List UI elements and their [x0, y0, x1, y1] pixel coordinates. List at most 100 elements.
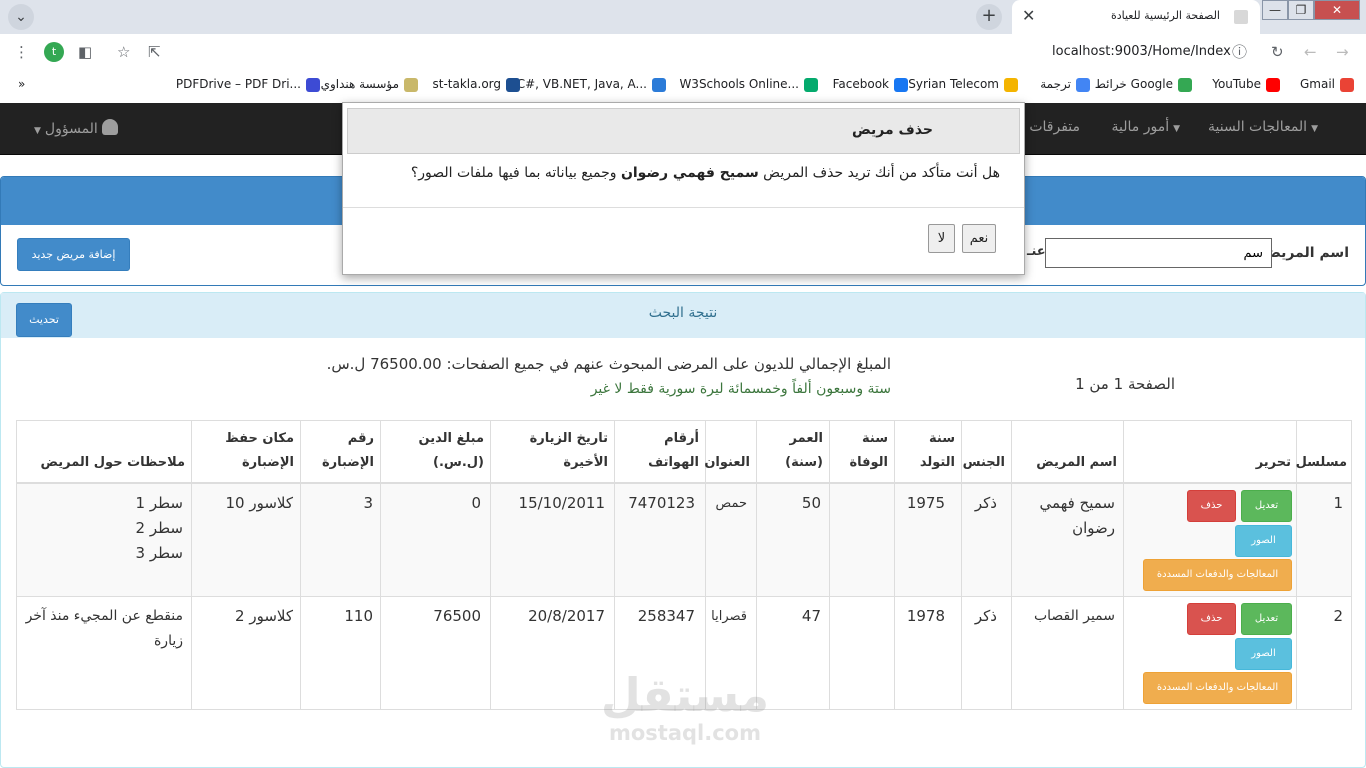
- hindawi-icon: [404, 77, 418, 92]
- modal-title: حذف مريض: [851, 122, 933, 138]
- col-divider: [300, 421, 301, 709]
- th-name: اسم المريض: [1036, 455, 1117, 470]
- treatments-payments-button[interactable]: المعالجات والدفعات المسددة: [1143, 672, 1292, 704]
- th-death-year: سنة الوفاة: [849, 431, 888, 470]
- window-minimize-button[interactable]: —: [1262, 0, 1288, 20]
- modal-patient-name: سميح فهمي رضوان: [620, 165, 759, 181]
- bookmark-syrian-telecom[interactable]: Syrian Telecom: [908, 77, 1018, 92]
- site-info-icon[interactable]: ⓘ: [1232, 42, 1247, 62]
- edit-button[interactable]: تعديل: [1241, 490, 1292, 522]
- back-arrow-icon[interactable]: ←: [1304, 42, 1317, 62]
- delete-button[interactable]: حذف: [1187, 603, 1236, 635]
- cell-address: حمص: [715, 496, 747, 511]
- browser-tab-strip: ⌄ + ✕ الصفحة الرئيسية للعيادة — ❐ ✕: [0, 0, 1366, 34]
- results-title: نتيجة البحث: [648, 305, 718, 321]
- bookmark-youtube[interactable]: YouTube: [1212, 77, 1280, 92]
- add-patient-button[interactable]: إضافة مريض جديد: [17, 238, 130, 271]
- window-maximize-button[interactable]: ❐: [1288, 0, 1314, 20]
- cell-folder-place: كلاسور 10: [225, 494, 293, 512]
- bookmark-hindawi[interactable]: مؤسسة هنداوي: [321, 77, 418, 92]
- facebook-icon: [894, 77, 908, 92]
- bookmark-csharp[interactable]: C#, VB.NET, Java, A...: [517, 77, 666, 92]
- bookmark-facebook[interactable]: Facebook: [833, 77, 908, 92]
- edit-button[interactable]: تعديل: [1241, 603, 1292, 635]
- confirm-yes-button[interactable]: نعم: [962, 224, 996, 253]
- modal-message-end: وجميع بياناته بما فيها ملفات الصور؟: [410, 165, 621, 181]
- patient-name-label: اسم المريض: [1262, 245, 1349, 261]
- refresh-button[interactable]: تحديث: [16, 303, 72, 337]
- cell-gender: ذكر: [974, 494, 997, 512]
- bookmark-label: خرائط Google: [1094, 77, 1173, 91]
- cell-notes-line: منقطع عن المجيء منذ آخر: [25, 608, 183, 624]
- th-folder-place: مكان حفظ الإضبارة: [225, 431, 294, 470]
- delete-button[interactable]: حذف: [1187, 490, 1236, 522]
- user-icon: [102, 119, 119, 135]
- chevron-down-icon: ▼: [1311, 124, 1318, 134]
- bookmark-label: Syrian Telecom: [908, 77, 999, 91]
- cell-notes-line: سطر 3: [135, 544, 183, 562]
- tab-close-icon[interactable]: ✕: [1022, 6, 1035, 25]
- bookmark-pdfdrive[interactable]: PDFDrive – PDF Dri...: [176, 77, 320, 92]
- address-bar-url[interactable]: localhost:9003/Home/Index: [1052, 44, 1231, 59]
- sidebar-icon[interactable]: ◧: [78, 42, 92, 62]
- treatments-payments-button[interactable]: المعالجات والدفعات المسددة: [1143, 559, 1292, 591]
- window-close-button[interactable]: ✕: [1314, 0, 1360, 20]
- col-divider: [1123, 421, 1124, 709]
- patients-table: مسلسل تحرير اسم المريض الجنس سنة التولد …: [16, 420, 1352, 710]
- bookmark-label: Facebook: [832, 77, 889, 91]
- th-last-visit: تاريخ الزيارة الأخيرة: [529, 431, 608, 470]
- chevron-down-icon: ▼: [1173, 124, 1180, 134]
- cell-patient-name: سمير القصاب: [1033, 608, 1115, 624]
- bookmark-gmail[interactable]: Gmail: [1300, 77, 1354, 92]
- modal-message-start: هل أنت متأكد من أنك تريد حذف المريض: [758, 165, 1000, 181]
- bookmark-label: W3Schools Online...: [679, 77, 799, 91]
- cell-debt: 0: [471, 494, 481, 512]
- new-tab-button[interactable]: +: [976, 4, 1002, 30]
- table-row-divider: [17, 596, 1351, 597]
- browser-toolbar: ⋮ t ◧ ☆ ⇱ localhost:9003/Home/Index ⓘ ↻ …: [0, 34, 1366, 70]
- bookmark-translate[interactable]: ترجمة: [1040, 77, 1090, 92]
- images-button[interactable]: الصور: [1235, 638, 1292, 670]
- cell-birth-year: 1978: [906, 607, 945, 625]
- th-address: العنوان: [704, 455, 750, 470]
- bookmark-st-takla[interactable]: st-takla.org: [433, 77, 520, 92]
- nav-misc[interactable]: متفرقات: [1029, 119, 1080, 135]
- address-label-partial: عنـ: [1027, 244, 1046, 259]
- nav-dental-treatments[interactable]: المعالجات السنية ▼: [1208, 119, 1322, 135]
- confirm-no-button[interactable]: لا: [928, 224, 955, 253]
- th-debt: مبلغ الدين (ل.س.): [418, 431, 485, 470]
- cell-debt: 76500: [433, 607, 481, 625]
- profile-avatar[interactable]: t: [44, 42, 64, 62]
- bookmark-w3schools[interactable]: W3Schools Online...: [679, 77, 818, 92]
- st-takla-icon: [506, 77, 520, 92]
- nav-label: متفرقات: [1029, 119, 1080, 135]
- nav-admin[interactable]: ▼ المسؤول: [30, 119, 119, 137]
- images-button[interactable]: الصور: [1235, 525, 1292, 557]
- th-phones: أرقام الهواتف: [648, 431, 699, 470]
- bookmark-star-icon[interactable]: ☆: [117, 42, 130, 62]
- table-header-divider: [17, 482, 1351, 484]
- nav-finance[interactable]: أمور مالية ▼: [1111, 119, 1184, 135]
- chevron-down-icon: ▼: [34, 126, 41, 136]
- cell-serial: 2: [1333, 607, 1343, 625]
- page-info: الصفحة 1 من 1: [1075, 375, 1175, 393]
- browser-tab[interactable]: ✕ الصفحة الرئيسية للعيادة: [1012, 0, 1260, 34]
- watermark-logo: مستقل mostaql.com: [600, 668, 770, 744]
- watermark-latin: mostaql.com: [609, 721, 761, 745]
- bookmarks-overflow-icon[interactable]: »: [18, 77, 25, 91]
- col-divider: [1011, 421, 1012, 709]
- forward-arrow-icon[interactable]: →: [1336, 42, 1349, 62]
- tab-favicon-icon: [1234, 10, 1248, 24]
- share-icon[interactable]: ⇱: [148, 42, 161, 62]
- cell-last-visit: 15/10/2011: [518, 494, 605, 512]
- col-divider: [191, 421, 192, 709]
- cell-phones: 258347: [637, 607, 695, 625]
- reload-icon[interactable]: ↻: [1271, 42, 1284, 62]
- bookmarks-bar: » Gmail YouTube خرائط Google ترجمة Syria…: [0, 70, 1366, 100]
- bookmark-google-maps[interactable]: خرائط Google: [1095, 77, 1192, 92]
- bookmark-label: C#, VB.NET, Java, A...: [516, 77, 647, 91]
- menu-dots-icon[interactable]: ⋮: [14, 42, 29, 62]
- w3schools-icon: [804, 77, 818, 92]
- patient-name-input[interactable]: [1045, 238, 1272, 268]
- tab-search-button[interactable]: ⌄: [8, 4, 34, 30]
